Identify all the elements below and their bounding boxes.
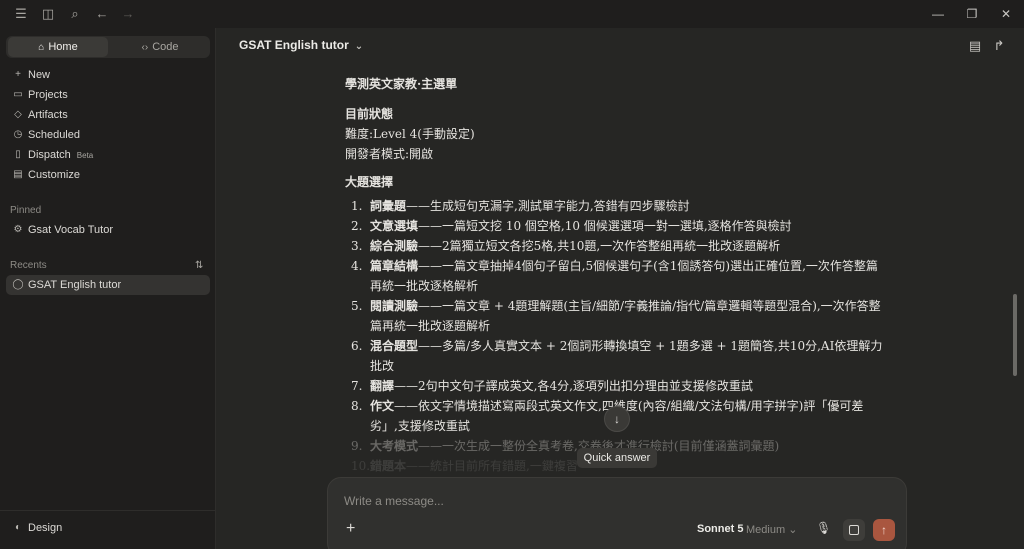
folder-icon: ▭ [13,89,23,100]
filter-icon[interactable]: ⇅ [195,260,203,271]
chevron-down-icon: ⌄ [354,41,364,52]
arrow-down-icon: ↓ [614,412,620,426]
clock-icon: ◷ [13,129,23,140]
tab-home[interactable]: ⌂ Home [8,37,108,57]
sidebar-item-new[interactable]: + New [6,65,210,85]
tab-code[interactable]: ‹› Code [110,37,210,57]
menu-heading: 大題選擇 [345,175,394,189]
send-button[interactable]: ↑ [873,519,895,541]
list-item: 5. 閱讀測驗——一篇文章 + 4題理解題(主旨/細節/字義推論/指代/篇章邏輯等… [351,299,881,333]
message-input[interactable]: Write a message... [344,494,444,508]
briefcase-icon: ▤ [13,169,23,180]
sidebar-item-projects[interactable]: ▭ Projects [6,85,210,105]
status-heading: 目前狀態 [345,107,394,121]
dispatch-icon: ▯ [15,149,21,160]
pinned-item-gsat-vocab-tutor[interactable]: ⚙ Gsat Vocab Tutor [6,220,210,240]
message-composer: Write a message... + Sonnet 5 Medium ⌄ 🎙… [327,477,907,549]
maximize-button[interactable]: ❐ [963,5,981,23]
menu-list: 1. 詞彙題——生成短句克漏字,測試單字能力,答錯有四步驟檢討 2. 文意選填——一… [345,196,885,476]
square-icon [849,525,859,535]
list-item: 1. 詞彙題——生成短句克漏字,測試單字能力,答錯有四步驟檢討 [351,199,690,213]
effort-selector[interactable]: Medium ⌄ [746,523,797,536]
forward-arrow-icon[interactable]: → [120,6,136,22]
title-bar: ☰ ◫ ⌕ ← → — ❐ ✕ [0,0,1024,28]
sidebar-item-scheduled[interactable]: ◷ Scheduled [6,125,210,145]
recents-section-label: Recents [10,260,47,271]
pinned-chat-icon: ⚙ [13,224,23,235]
list-item: 2. 文意選填——一篇短文挖 10 個空格,10 個候選選項一對一選填,逐格作答與… [351,219,792,233]
status-line-dev-mode: 開發者模式:開啟 [345,147,434,161]
scrollbar-thumb[interactable] [1013,294,1017,376]
list-item: 4. 篇章結構——一篇文章抽掉4個句子留白,5個候選句子(含1個誘答句)選出正確位… [351,259,878,293]
microphone-icon[interactable]: 🎙 [816,521,831,535]
share-icon[interactable]: ↱ [991,38,1007,54]
document-icon[interactable]: ▤ [967,38,983,54]
artifacts-icon: ◇ [14,109,22,120]
list-item: 3. 綜合測驗——2篇獨立短文各挖5格,共10題,一次作答整組再統一批改逐題解析 [351,239,781,253]
code-icon: ‹› [141,42,149,53]
minimize-button[interactable]: — [929,5,947,23]
sidebar-item-customize[interactable]: ▤ Customize [6,165,210,185]
quick-answer-tooltip: Quick answer [577,448,657,468]
mode-switcher: ⌂ Home ‹› Code [6,36,210,58]
back-arrow-icon[interactable]: ← [94,6,110,22]
search-icon[interactable]: ⌕ [67,6,83,22]
close-button[interactable]: ✕ [997,5,1015,23]
sidebar-item-dispatch[interactable]: ▯ Dispatch Beta [6,145,210,165]
status-line-difficulty: 難度:Level 4(手動設定) [345,127,475,141]
sidebar-toggle-icon[interactable]: ◫ [40,6,56,22]
home-icon: ⌂ [38,42,45,53]
sidebar-footer: ◐ Design [0,510,216,549]
recent-item-gsat-english-tutor[interactable]: ◯ GSAT English tutor [6,275,210,295]
sidebar-item-artifacts[interactable]: ◇ Artifacts [6,105,210,125]
list-item: 7. 翻譯——2句中文句子譯成英文,各4分,逐項列出扣分理由並支援修改重試 [351,379,753,393]
palette-icon: ◐ [14,522,22,533]
sidebar: ⌂ Home ‹› Code + New ▭ Projects ◇ Artifacts ◷… [0,28,216,549]
pinned-section-label: Pinned [10,205,42,216]
panel-toggle-button[interactable] [843,519,865,541]
list-item: 6. 混合題型——多篇/多人真實文本 + 2個詞形轉換填空 + 1題多選 + 1題… [351,339,883,373]
attach-plus-icon[interactable]: + [346,520,355,538]
menu-icon[interactable]: ☰ [13,6,29,22]
plus-icon: + [15,69,21,80]
sidebar-item-design[interactable]: ◐ Design [6,518,210,538]
arrow-up-icon: ↑ [881,523,887,537]
model-selector[interactable]: Sonnet 5 [697,523,743,535]
scroll-to-bottom-button[interactable]: ↓ [604,406,630,432]
chevron-down-icon: ⌄ [788,524,798,536]
beta-badge: Beta [76,151,94,160]
conversation-title[interactable]: GSAT English tutor ⌄ [239,38,363,52]
menu-title: 學測英文家教·主選單 [345,77,458,91]
chat-icon: ◯ [12,279,24,290]
